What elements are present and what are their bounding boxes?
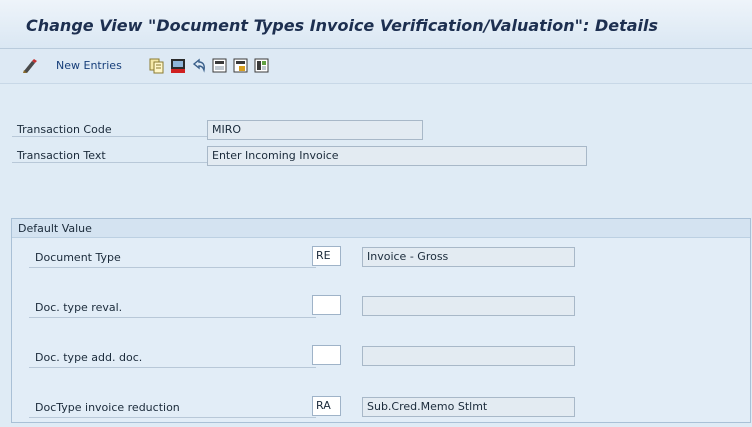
doc-type-add-doc-code-input[interactable] [312,345,341,365]
transaction-code-field[interactable]: MIRO [207,120,423,140]
default-value-header: Default Value [12,219,750,238]
copy-icon[interactable] [149,58,165,77]
document-type-description: Invoice - Gross [362,247,575,267]
title-bar: Change View "Document Types Invoice Veri… [0,0,752,49]
delete-icon[interactable] [170,58,186,77]
deselect-all-icon[interactable] [254,58,270,77]
document-type-underline [29,251,316,268]
doc-type-reval-underline [29,301,316,318]
doc-type-reval-description [362,296,575,316]
transaction-code-label-underline [12,120,208,137]
select-block-icon[interactable] [233,58,249,77]
application-toolbar: New Entries [0,49,752,84]
new-entries-button[interactable]: New Entries [56,59,122,72]
document-type-code-input[interactable]: RE [312,246,341,266]
transaction-text-label-underline [12,146,208,163]
doctype-invoice-reduction-code-input[interactable]: RA [312,396,341,416]
undo-icon[interactable] [191,58,207,77]
page-title: Change View "Document Types Invoice Veri… [26,16,659,35]
doc-type-reval-code-input[interactable] [312,295,341,315]
doc-type-add-doc-description [362,346,575,366]
doctype-invoice-reduction-description: Sub.Cred.Memo Stlmt [362,397,575,417]
transaction-text-field[interactable]: Enter Incoming Invoice [207,146,587,166]
doc-type-add-doc-underline [29,351,316,368]
display-change-icon[interactable] [22,58,40,77]
default-value-title: Default Value [18,222,92,235]
doctype-invoice-reduction-underline [29,401,316,418]
default-value-group: Default Value Document Type RE Invoice -… [11,218,751,423]
select-all-icon[interactable] [212,58,228,77]
